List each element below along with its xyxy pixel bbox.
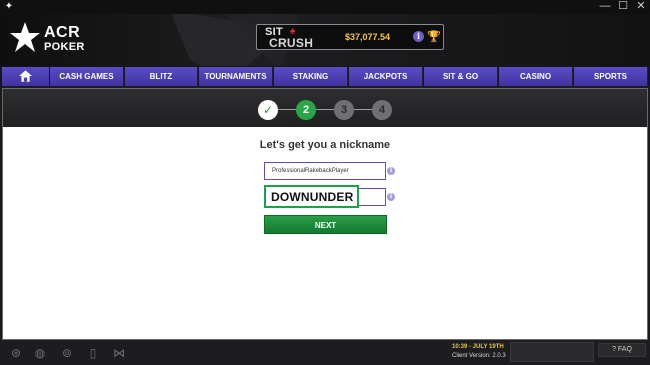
sit-crush-logo: SIT ♠ CRUSH: [261, 26, 321, 50]
cashier-icon[interactable]: ⊛: [9, 346, 23, 360]
main-nav: CASH GAMES BLITZ TOURNAMENTS STAKING JAC…: [0, 66, 650, 86]
window-titlebar: ✦ — ☐ ✕: [0, 0, 650, 14]
faq-label: FAQ: [617, 346, 632, 353]
info-icon[interactable]: i: [387, 193, 395, 201]
step-4-pending: 4: [372, 100, 392, 120]
nav-casino[interactable]: CASINO: [499, 67, 573, 86]
screen-name-value: DOWNUNDER: [271, 190, 354, 204]
mobile-icon[interactable]: ▯: [86, 346, 100, 360]
logo-text-poker: POKER: [44, 41, 85, 53]
nav-staking[interactable]: STAKING: [274, 67, 348, 86]
page-title: Let's get you a nickname: [259, 139, 391, 151]
maximize-button[interactable]: ☐: [614, 0, 632, 14]
nav-jackpots[interactable]: JACKPOTS: [349, 67, 423, 86]
chip-icon[interactable]: ◍: [33, 346, 47, 360]
sit-crush-promo-banner[interactable]: SIT ♠ CRUSH $37,077.54 i 🏆: [256, 24, 444, 50]
client-version: Client Version: 2.0.3: [452, 353, 506, 359]
acr-poker-window: ✦ — ☐ ✕ ACR POKER SIT ♠ CRUSH $37,077.54…: [0, 0, 650, 365]
badge-icon[interactable]: ⊚: [60, 346, 74, 360]
nav-home-button[interactable]: [2, 67, 49, 86]
step-connector: [316, 109, 336, 110]
minimize-button[interactable]: —: [596, 0, 614, 14]
footer-bar: ⊛ ◍ ⊚ ▯ ⋈ 10:39 - JULY 19TH Client Versi…: [0, 340, 650, 365]
nav-blitz[interactable]: BLITZ: [125, 67, 198, 86]
step-3-pending: 3: [334, 100, 354, 120]
trophy-icon[interactable]: 🏆: [427, 30, 441, 43]
jackpot-amount: $37,077.54: [345, 32, 391, 42]
logo-text-acr: ACR: [44, 24, 81, 41]
step-2-current: 2: [296, 100, 316, 120]
promo-crush-text: CRUSH: [269, 36, 314, 50]
nav-cash-games[interactable]: CASH GAMES: [50, 67, 124, 86]
faq-button[interactable]: ? FAQ: [598, 343, 646, 357]
nickname-setup-panel: ✓ 2 3 4 Let's get you a nickname Profess…: [2, 88, 648, 340]
app-icon: ✦: [4, 1, 14, 12]
nav-tournaments[interactable]: TOURNAMENTS: [199, 67, 273, 86]
share-icon[interactable]: ⋈: [112, 346, 126, 360]
next-button[interactable]: NEXT: [264, 215, 387, 234]
nav-sit-and-go[interactable]: SIT & GO: [424, 67, 498, 86]
progress-stepper: ✓ 2 3 4: [3, 89, 647, 127]
status-panel: [510, 342, 594, 362]
nickname-input[interactable]: ProfessionalRakebackPlayer: [264, 162, 386, 180]
clock-time: 10:39 - JULY 19TH: [452, 344, 504, 350]
info-icon[interactable]: i: [413, 31, 424, 42]
step-connector: [354, 109, 374, 110]
header-bar: ACR POKER SIT ♠ CRUSH $37,077.54 i 🏆: [0, 14, 650, 66]
acr-poker-logo[interactable]: ACR POKER: [10, 20, 90, 60]
info-icon[interactable]: i: [387, 167, 395, 175]
step-connector: [278, 109, 298, 110]
nav-sports[interactable]: SPORTS: [574, 67, 648, 86]
close-button[interactable]: ✕: [632, 0, 650, 14]
step-1-complete: ✓: [258, 100, 278, 120]
home-icon: [19, 70, 32, 82]
star-icon: [10, 22, 40, 52]
help-icon: ?: [612, 346, 616, 353]
